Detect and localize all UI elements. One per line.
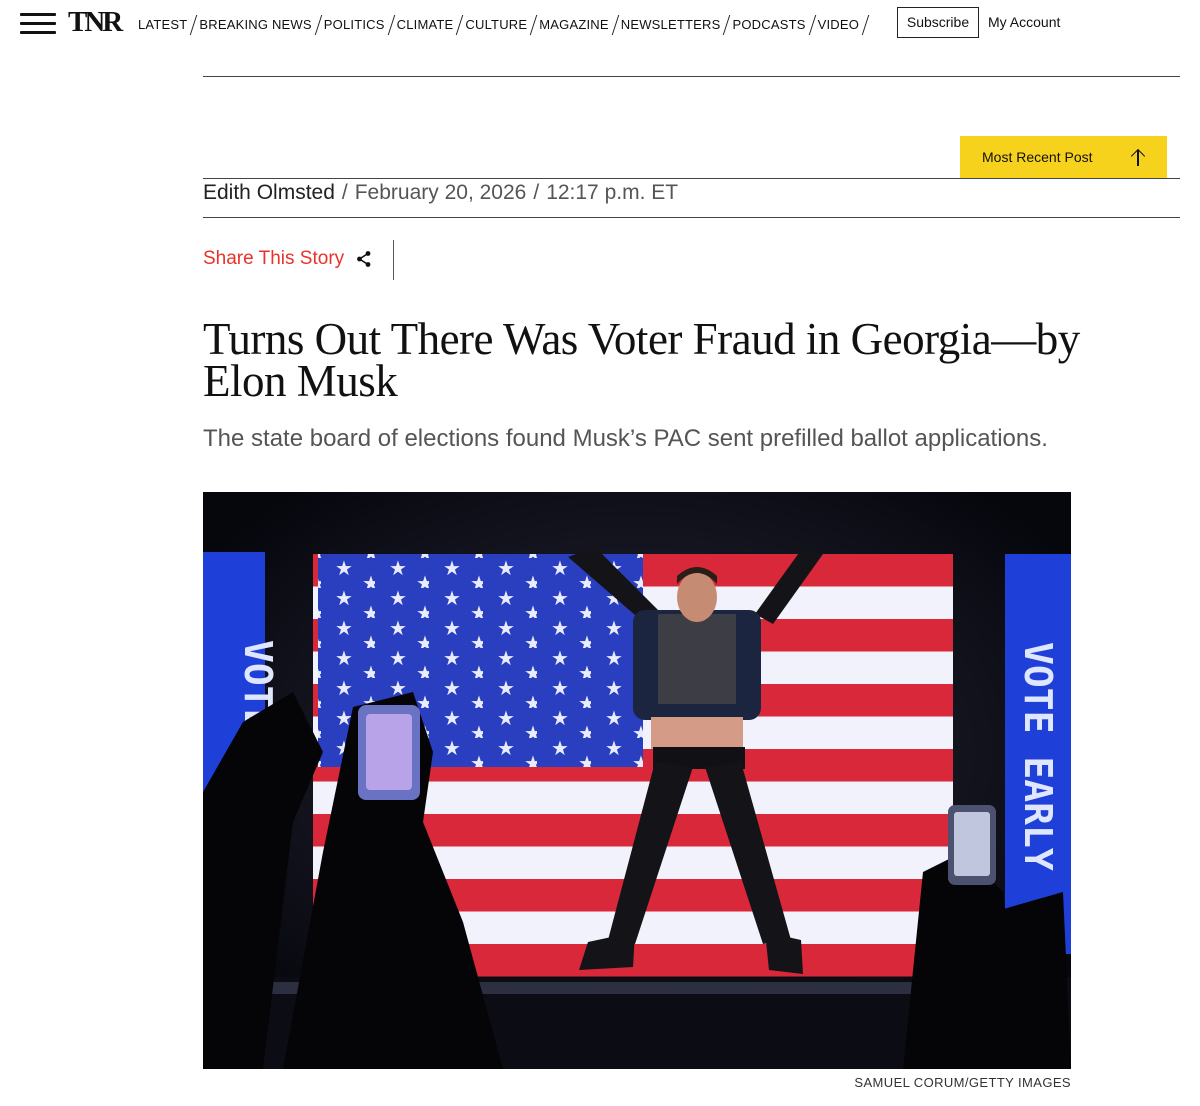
nav-separator bbox=[861, 15, 870, 35]
nav-item-culture[interactable]: CULTURE bbox=[465, 17, 527, 32]
nav-separator bbox=[530, 15, 538, 35]
nav-item-latest[interactable]: LATEST bbox=[138, 17, 187, 32]
nav-item-magazine[interactable]: MAGAZINE bbox=[539, 17, 609, 32]
share-icon bbox=[357, 251, 371, 267]
subscribe-button[interactable]: Subscribe bbox=[897, 7, 979, 38]
byline-top-rule bbox=[203, 178, 1180, 179]
nav-separator bbox=[611, 15, 619, 35]
author-link[interactable]: Edith Olmsted bbox=[203, 181, 335, 204]
most-recent-post-button[interactable]: Most Recent Post bbox=[960, 136, 1167, 178]
my-account-link[interactable]: My Account bbox=[988, 14, 1060, 30]
nav-item-newsletters[interactable]: NEWSLETTERS bbox=[621, 17, 721, 32]
most-recent-post-label: Most Recent Post bbox=[982, 149, 1093, 165]
nav-item-climate[interactable]: CLIMATE bbox=[397, 17, 454, 32]
nav-separator bbox=[387, 15, 395, 35]
share-story-button[interactable]: Share This Story bbox=[203, 248, 372, 270]
nav-separator bbox=[808, 15, 816, 35]
site-logo[interactable]: TNR bbox=[68, 6, 123, 39]
arrow-up-icon bbox=[1129, 147, 1147, 167]
main-nav: LATEST BREAKING NEWS POLITICS CLIMATE CULTUR… bbox=[138, 14, 871, 35]
header-divider bbox=[203, 76, 1180, 77]
site-header: TNR LATEST BREAKING NEWS POLITICS CLIMATE CU… bbox=[0, 0, 1200, 48]
nav-separator bbox=[723, 15, 731, 35]
nav-separator bbox=[190, 15, 198, 35]
byline-separator: / bbox=[341, 181, 348, 204]
nav-item-breaking-news[interactable]: BREAKING NEWS bbox=[199, 17, 311, 32]
byline: Edith Olmsted / February 20, 2026 / 12:17 p.… bbox=[203, 181, 678, 205]
byline-separator: / bbox=[533, 181, 540, 204]
publish-date: February 20, 2026 bbox=[354, 181, 527, 204]
nav-separator bbox=[314, 15, 323, 35]
nav-item-video[interactable]: VIDEO bbox=[818, 17, 859, 32]
nav-item-podcasts[interactable]: PODCASTS bbox=[732, 17, 805, 32]
publish-time: 12:17 p.m. ET bbox=[546, 181, 679, 204]
share-divider bbox=[393, 240, 394, 280]
article-dek: The state board of elections found Musk’… bbox=[203, 425, 1048, 452]
menu-icon[interactable] bbox=[20, 11, 56, 37]
photo-credit: SAMUEL CORUM/GETTY IMAGES bbox=[854, 1075, 1071, 1090]
rally-stage-image: ★ ★ VOTE EARLY VOTE EARLY bbox=[203, 492, 1071, 1069]
right-banner-text: VOTE EARLY bbox=[1016, 642, 1060, 871]
lead-photo: ★ ★ VOTE EARLY VOTE EARLY bbox=[203, 492, 1071, 1069]
article-headline: Turns Out There Was Voter Fraud in Georg… bbox=[203, 314, 1080, 406]
nav-item-politics[interactable]: POLITICS bbox=[324, 17, 385, 32]
share-label: Share This Story bbox=[203, 248, 345, 269]
byline-bottom-rule bbox=[203, 217, 1180, 218]
nav-separator bbox=[456, 15, 464, 35]
